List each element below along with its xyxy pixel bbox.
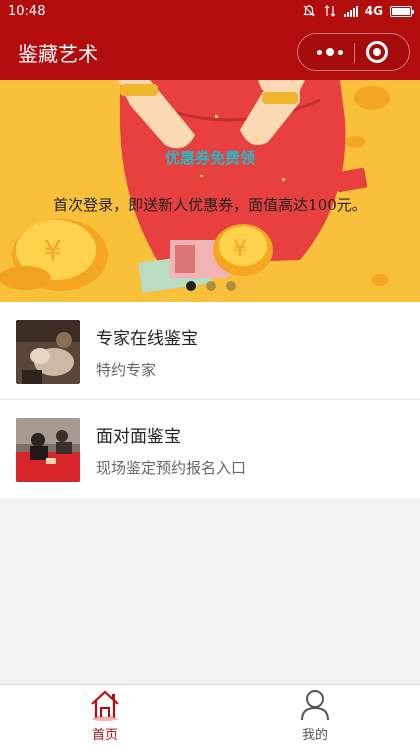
data-transfer-icon	[324, 5, 336, 17]
service-thumbnail	[16, 320, 80, 384]
tab-label: 首页	[91, 728, 118, 743]
home-icon	[91, 690, 119, 721]
svg-text:¥: ¥	[44, 234, 62, 267]
nav-bar: 鉴藏艺术	[0, 24, 420, 80]
banner-description: 首次登录，即送新人优惠券，面值高达100元。	[53, 196, 367, 214]
service-list: 专家在线鉴宝 特约专家 面对面鉴宝 现场鉴定预约报名入口	[0, 302, 420, 498]
service-title: 专家在线鉴宝	[96, 329, 198, 349]
service-title: 面对面鉴宝	[96, 427, 181, 447]
tab-bar: 首页 我的	[0, 684, 420, 747]
coupon-banner[interactable]: ¥ ¥ 优惠券免费领 首次登录，即送新人优惠券，面值高达100元。	[0, 80, 420, 302]
status-bar: 10:48 4G	[0, 0, 420, 24]
mute-icon	[303, 5, 315, 17]
carousel-indicators	[186, 281, 236, 291]
status-icons: 4G	[302, 4, 414, 18]
user-icon	[301, 690, 329, 721]
service-item-online-appraisal[interactable]: 专家在线鉴宝 特约专家	[0, 302, 420, 400]
service-thumbnail	[16, 418, 80, 482]
carousel-dot[interactable]	[206, 281, 216, 291]
tab-home[interactable]: 首页	[0, 685, 210, 747]
banner-illustration: ¥ ¥	[0, 80, 390, 293]
carousel-dot[interactable]	[186, 281, 196, 291]
service-subtitle: 现场鉴定预约报名入口	[96, 459, 247, 477]
svg-text:¥: ¥	[233, 237, 247, 262]
network-type: 4G	[364, 4, 383, 18]
mini-program-capsule	[297, 33, 410, 71]
tab-label: 我的	[301, 728, 328, 743]
service-item-face-to-face[interactable]: 面对面鉴宝 现场鉴定预约报名入口	[0, 400, 420, 498]
service-subtitle: 特约专家	[96, 361, 157, 379]
capsule-divider	[354, 43, 355, 63]
carousel-dot[interactable]	[226, 281, 236, 291]
page-title: 鉴藏艺术	[18, 42, 98, 66]
status-time: 10:48	[8, 4, 46, 19]
close-mini-program-button[interactable]	[366, 41, 388, 63]
battery-icon	[390, 5, 414, 17]
signal-icon	[343, 5, 358, 17]
tab-profile[interactable]: 我的	[210, 685, 420, 747]
more-menu-button[interactable]	[310, 34, 350, 70]
banner-headline: 优惠券免费领	[164, 149, 255, 167]
